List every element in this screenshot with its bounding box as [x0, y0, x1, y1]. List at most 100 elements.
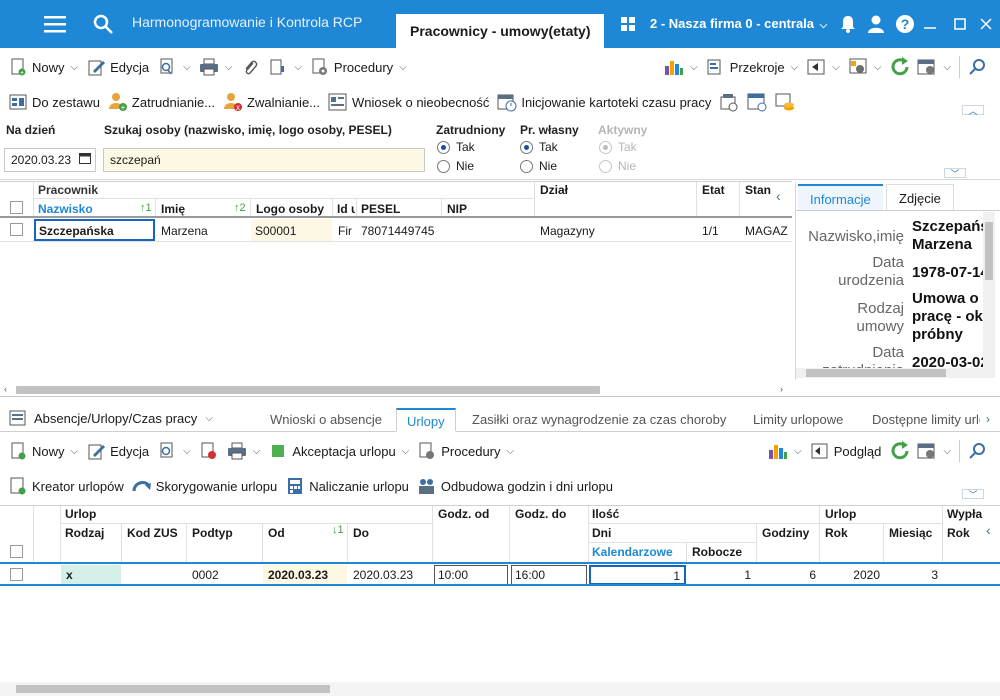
splitter[interactable] — [0, 396, 1000, 397]
col-rok[interactable]: Rok — [825, 526, 848, 540]
leave-wizard-button[interactable]: Kreator urlopów — [4, 474, 128, 498]
chevron-down-icon[interactable]: ⌵ — [943, 62, 951, 73]
navigate-button[interactable]: ⌵ — [802, 55, 844, 79]
search-icon[interactable] — [90, 10, 116, 38]
select-all-checkbox[interactable] — [10, 545, 23, 561]
col-logo[interactable]: Logo osoby — [256, 202, 324, 216]
chevron-left-icon[interactable]: ‹ — [776, 188, 781, 204]
new-button[interactable]: + Nowy ⌵ — [4, 55, 82, 79]
col-godz-od[interactable]: Godz. od — [438, 507, 489, 521]
tab-employees[interactable]: Pracownicy - umowy(etaty) — [396, 14, 604, 48]
col-pesel[interactable]: PESEL — [361, 202, 400, 216]
cell-id[interactable]: Fir — [338, 224, 355, 238]
col-rok-2[interactable]: Rok — [947, 526, 970, 540]
cell-rok[interactable]: 2020 — [820, 568, 880, 582]
col-dzial[interactable]: Dział — [540, 183, 568, 197]
cell-rodzaj[interactable]: x — [61, 565, 121, 585]
chevron-down-icon[interactable]: ⌵ — [183, 62, 191, 73]
cell-etat[interactable]: 1/1 — [702, 224, 719, 238]
collapse-up-icon[interactable]: ︿ — [962, 105, 984, 116]
chevron-down-icon[interactable]: ⌵ — [794, 446, 802, 457]
col-etat[interactable]: Etat — [702, 183, 725, 197]
col-do[interactable]: Do — [353, 526, 369, 540]
scroll-right-icon[interactable]: › — [780, 384, 783, 394]
col-robocze[interactable]: Robocze — [692, 545, 742, 559]
col-podtyp[interactable]: Podtyp — [192, 526, 233, 540]
own-yes-radio[interactable]: Tak — [520, 140, 558, 154]
employed-yes-radio[interactable]: Tak — [437, 140, 475, 154]
company-selector[interactable]: 2 - Nasza firma 0 - centrala ⌵ — [650, 16, 827, 31]
chevron-down-icon[interactable]: ⌵ — [874, 62, 882, 73]
select-all-checkbox[interactable] — [10, 201, 23, 217]
attachment-button[interactable] — [236, 55, 264, 79]
col-kalendarzowe[interactable]: Kalendarzowe — [592, 545, 673, 559]
col-stan[interactable]: Stan — [745, 183, 775, 197]
minimize-icon[interactable] — [920, 10, 940, 38]
chevron-right-icon[interactable]: › — [986, 412, 990, 426]
settings-button[interactable]: ⌵ — [913, 55, 955, 79]
close-icon[interactable] — [976, 10, 996, 38]
employed-no-radio[interactable]: Nie — [437, 159, 474, 173]
scroll-left-icon[interactable]: ‹ — [4, 384, 7, 394]
row-checkbox[interactable] — [10, 223, 23, 239]
cell-stan[interactable]: MAGAZ — [745, 224, 790, 238]
chevron-down-icon[interactable]: ⌵ — [832, 62, 840, 73]
col-nazwisko[interactable]: Nazwisko — [38, 202, 93, 216]
leave-refresh-button[interactable] — [885, 439, 913, 463]
leave-adjust-button[interactable]: Skorygowanie urlopu — [128, 474, 281, 498]
help-icon[interactable]: ? — [895, 10, 915, 38]
chevron-down-icon[interactable]: ⌵ — [225, 62, 233, 73]
leave-print-button[interactable]: ⌵ — [223, 439, 265, 463]
section-dropdown[interactable]: Absencje/Urlopy/Czas pracy ⌵ — [8, 408, 213, 428]
side-horizontal-scrollbar[interactable] — [796, 368, 983, 378]
hire-button[interactable]: + Zatrudnianie... — [104, 90, 219, 114]
tab-leaves[interactable]: Urlopy — [396, 408, 456, 432]
menu-icon[interactable] — [42, 10, 68, 38]
leave-edit-button[interactable]: Edycja — [82, 439, 153, 463]
chevron-left-icon[interactable]: ‹ — [986, 522, 991, 538]
leave-rebuild-button[interactable]: Odbudowa godzin i dni urlopu — [413, 474, 617, 498]
chevron-down-icon[interactable]: ⌵ — [690, 62, 698, 73]
maximize-icon[interactable] — [950, 10, 970, 38]
col-godz-do[interactable]: Godz. do — [515, 507, 566, 521]
collapse-down-icon[interactable]: ﹀ — [962, 489, 984, 500]
row-checkbox[interactable] — [10, 568, 23, 584]
cell-do[interactable]: 2020.03.23 — [353, 568, 413, 582]
cell-od[interactable]: 2020.03.23 — [263, 565, 347, 585]
leave-charts-button[interactable]: ⌵ — [764, 439, 806, 463]
edit-button[interactable]: Edycja — [82, 55, 153, 79]
leave-settings-button[interactable]: ⌵ — [913, 439, 955, 463]
print-button[interactable]: ⌵ — [195, 55, 237, 79]
col-od[interactable]: Od — [268, 526, 285, 540]
vertical-scrollbar[interactable] — [983, 212, 995, 378]
cell-pesel[interactable]: 78071449745 — [361, 224, 439, 238]
documents-button[interactable]: ⌵ — [264, 55, 306, 79]
col-id[interactable]: Id u — [337, 202, 355, 216]
col-rodzaj[interactable]: Rodzaj — [65, 526, 104, 540]
chevron-down-icon[interactable]: ⌵ — [71, 62, 79, 73]
tab-sick-pay[interactable]: Zasiłki oraz wynagrodzenie za czas choro… — [462, 408, 736, 432]
sort-asc-icon[interactable]: ↑1 — [140, 202, 152, 214]
leave-calc-button[interactable]: Naliczanie urlopu — [281, 474, 413, 498]
tab-app[interactable]: Harmonogramowanie i Kontrola RCP — [132, 14, 372, 30]
tab-info[interactable]: Informacje — [798, 184, 883, 210]
time-card-button[interactable] — [715, 90, 743, 114]
cell-imie[interactable]: Marzena — [161, 224, 208, 238]
cell-godziny[interactable]: 6 — [757, 568, 816, 582]
leave-preview-panel-button[interactable]: Podgląd — [806, 439, 886, 463]
leave-new-button[interactable]: Nowy ⌵ — [4, 439, 82, 463]
chevron-down-icon[interactable]: ⌵ — [183, 446, 191, 457]
user-icon[interactable] — [866, 10, 886, 38]
filter-settings-button[interactable]: ⌵ — [844, 55, 886, 79]
init-card-button[interactable]: Inicjowanie kartoteki czasu pracy — [493, 90, 715, 114]
schedule-button[interactable] — [743, 90, 771, 114]
sort-desc-icon[interactable]: ↓1 — [332, 524, 344, 536]
horizontal-scrollbar[interactable] — [16, 386, 600, 394]
cell-godz-od[interactable]: 10:00 — [434, 565, 508, 585]
charts-button[interactable]: ⌵ — [660, 55, 702, 79]
tab-available-limits[interactable]: Dostępne limity urlopowe — [862, 408, 980, 432]
refresh-button[interactable] — [885, 55, 913, 79]
cell-dzial[interactable]: Magazyny — [540, 224, 595, 238]
leave-procedures-button[interactable]: Procedury ⌵ — [413, 439, 518, 463]
col-nip[interactable]: NIP — [447, 202, 467, 216]
